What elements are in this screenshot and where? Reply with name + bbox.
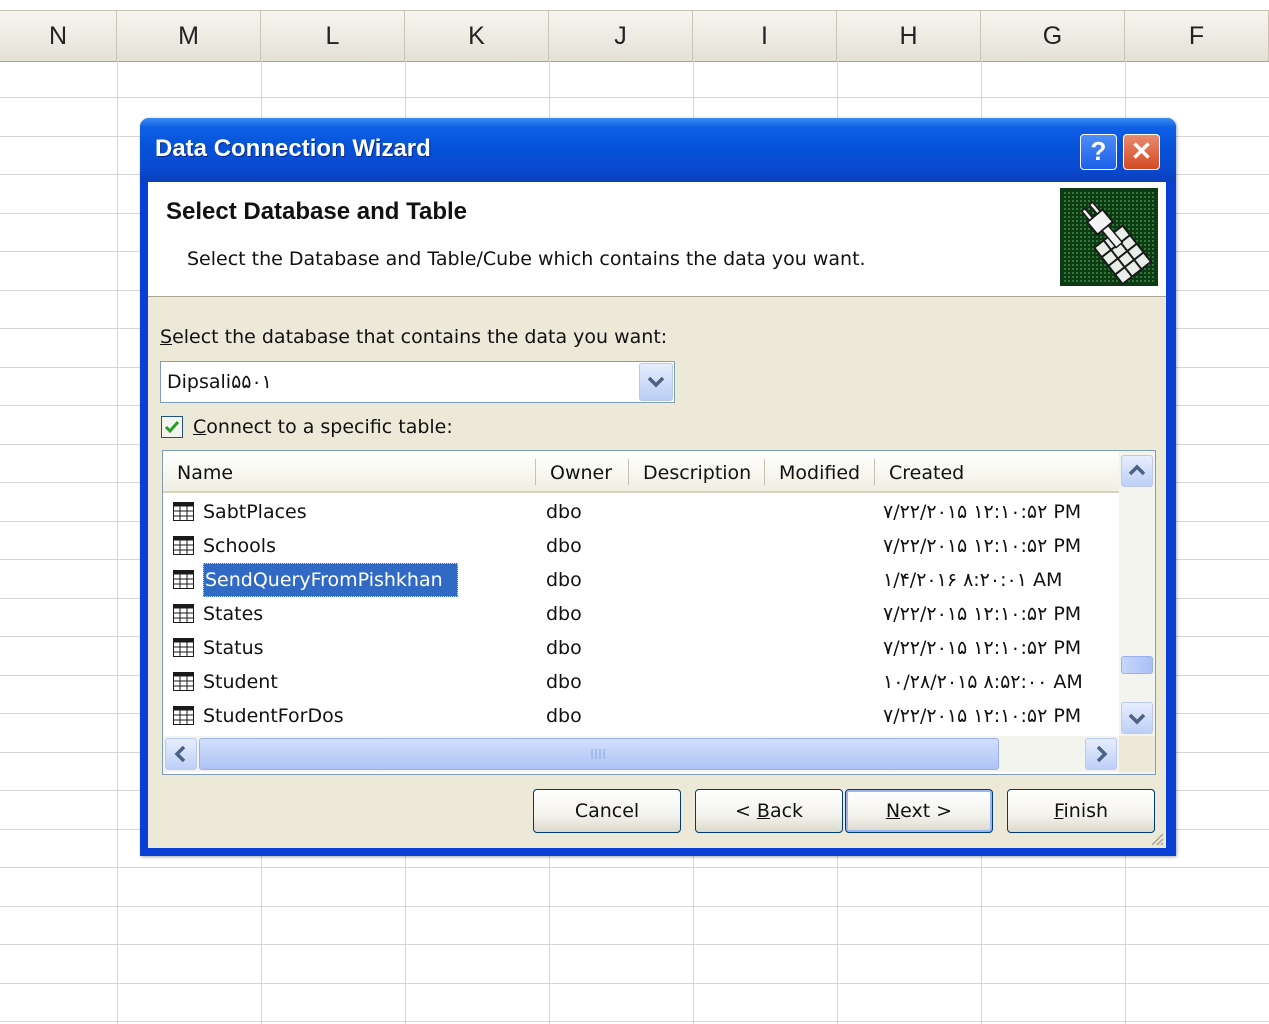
vertical-scrollbar[interactable]: [1119, 451, 1155, 774]
table-owner: dbo: [546, 501, 582, 523]
table-icon: [173, 604, 194, 623]
grid-row-line: [0, 97, 1269, 98]
help-icon: ?: [1090, 136, 1107, 166]
connect-specific-table-checkbox[interactable]: [161, 416, 183, 438]
step-description: Select the Database and Table/Cube which…: [187, 248, 866, 270]
horizontal-scrollbar[interactable]: [163, 736, 1119, 772]
column-header[interactable]: I: [693, 11, 837, 61]
column-header[interactable]: J: [549, 11, 693, 61]
table-name: SendQueryFromPishkhan: [203, 563, 458, 597]
column-header-owner[interactable]: Owner: [536, 451, 628, 491]
chevron-right-icon: [1096, 745, 1108, 763]
connect-specific-table-label[interactable]: Connect to a specific table:: [193, 416, 453, 438]
table-icon: [173, 502, 194, 521]
table-created: ۷/۲۲/۲۰۱۵ ۱۲:۱۰:۵۲ PM: [883, 603, 1082, 625]
table-row[interactable]: SendQueryFromPishkhan dbo ۱/۴/۲۰۱۶ ۸:۲۰:۰۱…: [163, 563, 1119, 597]
column-header[interactable]: F: [1125, 11, 1269, 61]
table-created: ۷/۲۲/۲۰۱۵ ۱۲:۱۰:۵۲ PM: [883, 535, 1082, 557]
close-icon: ✕: [1130, 136, 1153, 166]
column-header[interactable]: H: [837, 11, 981, 61]
table-name: Status: [203, 637, 264, 659]
scroll-up-button[interactable]: [1121, 455, 1153, 487]
table-created: ۷/۲۲/۲۰۱۵ ۱۲:۱۰:۵۲ PM: [883, 637, 1082, 659]
scroll-down-button[interactable]: [1121, 702, 1153, 734]
close-button[interactable]: ✕: [1123, 134, 1160, 170]
column-header[interactable]: L: [261, 11, 405, 61]
table-created: ۷/۲۲/۲۰۱۵ ۱۲:۱۰:۵۲ PM: [883, 705, 1082, 727]
checkmark-icon: [164, 421, 180, 434]
table-icon: [173, 536, 194, 555]
table-owner: dbo: [546, 603, 582, 625]
column-header-created[interactable]: Created: [875, 451, 1115, 491]
table-name: SabtPlaces: [203, 501, 307, 523]
table-owner: dbo: [546, 637, 582, 659]
horizontal-scroll-thumb[interactable]: [199, 738, 999, 770]
column-header[interactable]: N: [0, 11, 117, 61]
table-row[interactable]: StudentForDos dbo ۷/۲۲/۲۰۱۵ ۱۲:۱۰:۵۲ PM: [163, 699, 1119, 733]
column-headers: N M L K J I H G F: [0, 10, 1269, 62]
grid-row-line: [0, 1021, 1269, 1022]
table-name: Schools: [203, 535, 276, 557]
table-row[interactable]: States dbo ۷/۲۲/۲۰۱۵ ۱۲:۱۰:۵۲ PM: [163, 597, 1119, 631]
scroll-right-button[interactable]: [1085, 738, 1117, 770]
table-created: ۱/۴/۲۰۱۶ ۸:۲۰:۰۱ AM: [883, 569, 1063, 591]
table-icon: [173, 638, 194, 657]
grid-row-line: [0, 867, 1269, 868]
chevron-down-icon: [647, 376, 665, 388]
database-dropdown[interactable]: Dipsali۵۵۰۱: [160, 361, 675, 403]
table-row[interactable]: SabtPlaces dbo ۷/۲۲/۲۰۱۵ ۱۲:۱۰:۵۲ PM: [163, 495, 1119, 529]
table-created: ۷/۲۲/۲۰۱۵ ۱۲:۱۰:۵۲ PM: [883, 501, 1082, 523]
scroll-left-button[interactable]: [165, 738, 197, 770]
table-owner: dbo: [546, 535, 582, 557]
table-owner: dbo: [546, 705, 582, 727]
grip-lines-icon: [591, 749, 605, 759]
column-header-modified[interactable]: Modified: [765, 451, 874, 491]
table-row[interactable]: Student dbo ۱۰/۲۸/۲۰۱۵ ۸:۵۲:۰۰ AM: [163, 665, 1119, 699]
step-title: Select Database and Table: [166, 198, 468, 225]
back-button[interactable]: < Back: [695, 789, 843, 833]
resize-grip-icon[interactable]: [1148, 830, 1164, 846]
table-icon: [173, 706, 194, 725]
dropdown-arrow-button[interactable]: [639, 363, 673, 401]
grid-row-line: [0, 944, 1269, 945]
table-created: ۱۰/۲۸/۲۰۱۵ ۸:۵۲:۰۰ AM: [883, 671, 1083, 693]
wizard-header: Select Database and Table Select the Dat…: [148, 182, 1166, 297]
table-list[interactable]: Name Owner Description Modified Created …: [162, 450, 1156, 775]
column-header[interactable]: K: [405, 11, 549, 61]
dialog-title: Data Connection Wizard: [155, 135, 431, 162]
title-bar[interactable]: Data Connection Wizard ? ✕: [140, 118, 1176, 182]
table-owner: dbo: [546, 671, 582, 693]
table-icon: [173, 570, 194, 589]
table-row[interactable]: Status dbo ۷/۲۲/۲۰۱۵ ۱۲:۱۰:۵۲ PM: [163, 631, 1119, 665]
table-name: Student: [203, 671, 278, 693]
grid-row-line: [0, 906, 1269, 907]
column-header[interactable]: M: [117, 11, 261, 61]
chevron-up-icon: [1128, 464, 1146, 476]
plug-database-icon: [1060, 188, 1158, 286]
database-label: Select the database that contains the da…: [160, 326, 668, 348]
database-dropdown-value: Dipsali۵۵۰۱: [167, 371, 272, 393]
help-button[interactable]: ?: [1080, 134, 1117, 170]
chevron-left-icon: [174, 745, 186, 763]
cancel-button[interactable]: Cancel: [533, 789, 681, 833]
column-header[interactable]: G: [981, 11, 1125, 61]
vertical-scroll-thumb[interactable]: [1121, 656, 1153, 674]
table-owner: dbo: [546, 569, 582, 591]
data-connection-wizard-dialog: Data Connection Wizard ? ✕ Select Databa…: [140, 118, 1176, 856]
dialog-body: Select Database and Table Select the Dat…: [148, 182, 1166, 848]
table-name: StudentForDos: [203, 705, 344, 727]
table-list-header: Name Owner Description Modified Created: [163, 451, 1119, 493]
table-name: States: [203, 603, 264, 625]
column-header-description[interactable]: Description: [629, 451, 764, 491]
next-button[interactable]: Next >: [845, 789, 993, 833]
column-header-name[interactable]: Name: [163, 451, 535, 491]
scroll-corner: [1119, 736, 1155, 772]
table-row[interactable]: Schools dbo ۷/۲۲/۲۰۱۵ ۱۲:۱۰:۵۲ PM: [163, 529, 1119, 563]
grid-row-line: [0, 983, 1269, 984]
finish-button[interactable]: Finish: [1007, 789, 1155, 833]
chevron-down-icon: [1128, 713, 1146, 725]
table-icon: [173, 672, 194, 691]
grid-column-line: [117, 61, 118, 1024]
